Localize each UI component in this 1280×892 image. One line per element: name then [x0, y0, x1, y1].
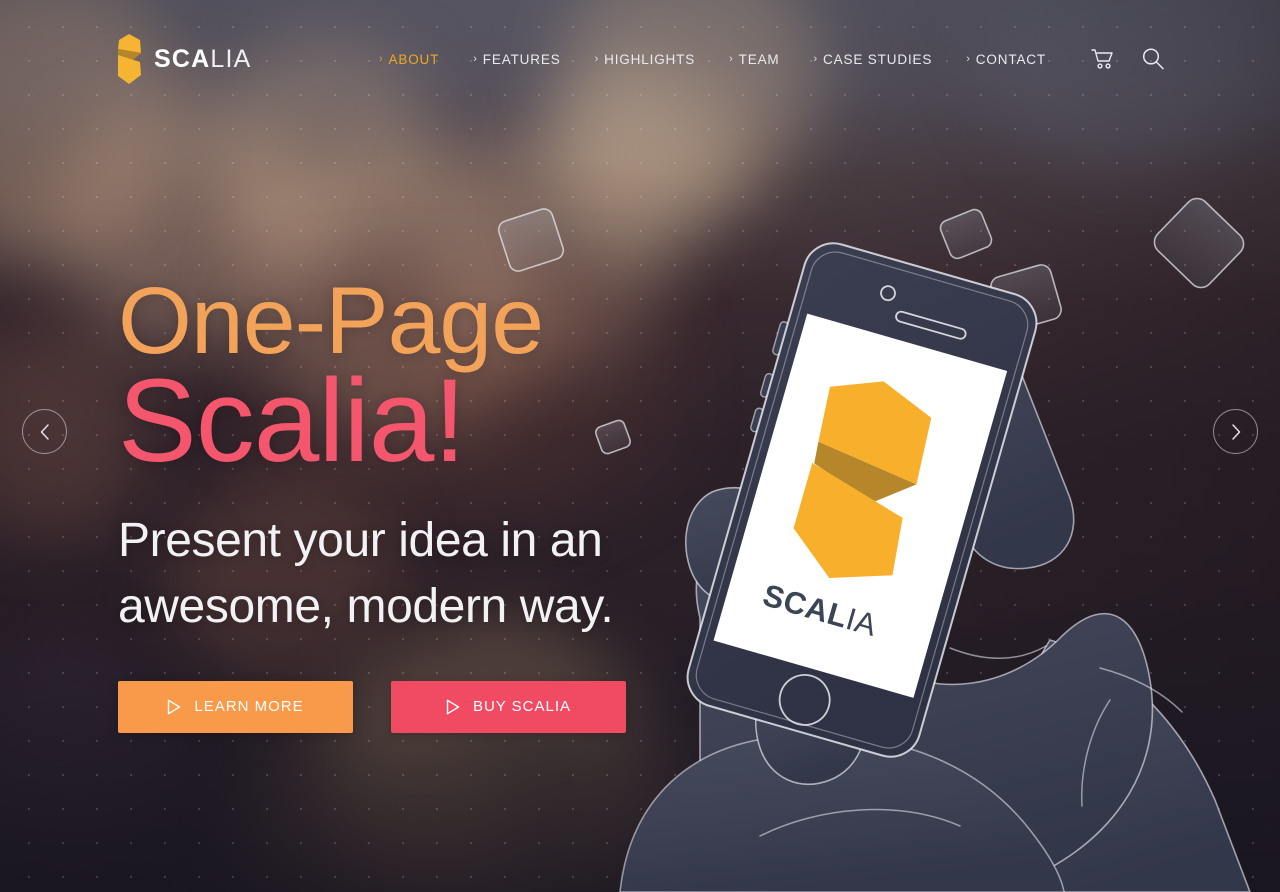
chevron-left-icon	[40, 423, 49, 440]
learn-more-button[interactable]: LEARN MORE	[118, 680, 353, 733]
search-icon	[1142, 48, 1164, 70]
hero-subtitle-line-1: Present your idea in an	[118, 514, 603, 568]
chevron-right-icon: ›	[813, 53, 819, 65]
chevron-right-icon: ›	[378, 53, 384, 65]
chevron-right-icon: ›	[966, 53, 971, 65]
buy-scalia-button[interactable]: BUY SCALIA	[391, 680, 626, 733]
hero-title-line-2: Scalia!	[118, 355, 466, 488]
nav-item-contact[interactable]: › CONTACT	[966, 52, 1046, 67]
brand-wordmark-bold: SCA	[154, 44, 211, 73]
nav-item-highlights[interactable]: › HIGHLIGHTS	[595, 52, 696, 67]
nav-item-features[interactable]: › FEATURES	[473, 52, 560, 67]
nav-label: CONTACT	[975, 51, 1046, 67]
nav-item-about[interactable]: › ABOUT	[379, 52, 439, 67]
chevron-right-icon: ›	[594, 53, 600, 65]
header-icon-group	[1088, 44, 1168, 74]
main-navigation: › ABOUT › FEATURES › HIGHLIGHTS › TEAM ›…	[379, 44, 1168, 74]
nav-label: TEAM	[738, 51, 780, 67]
brand-wordmark-light: LIA	[210, 44, 252, 73]
search-button[interactable]	[1138, 44, 1168, 74]
play-triangle-icon	[446, 699, 460, 714]
hero-subtitle-line-2: awesome, modern way.	[118, 580, 614, 634]
nav-label: ABOUT	[388, 51, 440, 67]
hero-subtitle: Present your idea in an awesome, modern …	[118, 508, 758, 640]
nav-label: FEATURES	[482, 51, 561, 67]
hero-slider-stage: SCALIA SCA LIA › ABOUT › FEATURES › HIGH…	[0, 0, 1280, 892]
cart-button[interactable]	[1088, 44, 1118, 74]
brand-wordmark: SCA LIA	[154, 44, 252, 73]
buy-scalia-label: BUY SCALIA	[472, 698, 572, 716]
brand-logo[interactable]: SCA LIA	[116, 32, 252, 86]
chevron-right-icon: ›	[473, 53, 478, 65]
hero-button-row: LEARN MORE BUY SCALIA	[118, 680, 758, 733]
chevron-right-icon	[1231, 423, 1240, 440]
nav-label: HIGHLIGHTS	[604, 51, 696, 67]
nav-label: CASE STUDIES	[823, 51, 933, 67]
chevron-right-icon: ›	[729, 53, 734, 65]
site-header: SCA LIA › ABOUT › FEATURES › HIGHLIGHTS ›…	[0, 0, 1280, 118]
carousel-prev-button[interactable]	[22, 409, 67, 454]
play-triangle-icon	[168, 699, 181, 714]
scalia-folded-s-logo-icon	[118, 34, 141, 84]
shopping-cart-icon	[1091, 49, 1113, 69]
carousel-next-button[interactable]	[1213, 409, 1258, 454]
nav-item-case-studies[interactable]: › CASE STUDIES	[814, 52, 933, 67]
nav-item-team[interactable]: › TEAM	[729, 52, 779, 67]
hero-content: One-Page Scalia! Present your idea in an…	[118, 273, 758, 733]
learn-more-label: LEARN MORE	[194, 698, 304, 716]
